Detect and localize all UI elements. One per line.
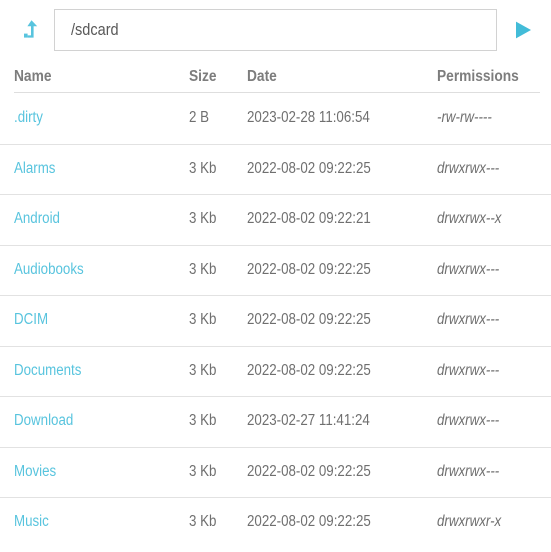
column-header-name[interactable]: Name xyxy=(14,68,189,86)
file-permissions: drwxrwx--- xyxy=(437,159,500,177)
column-header-date-label: Date xyxy=(247,68,277,85)
path-input[interactable]: /sdcard xyxy=(54,9,497,51)
file-date: 2023-02-27 11:41:24 xyxy=(247,412,370,430)
file-name[interactable]: Download xyxy=(14,412,189,430)
file-name[interactable]: .dirty xyxy=(14,109,189,127)
file-name[interactable]: Alarms xyxy=(14,160,189,178)
file-permissions: drwxrwxr-x xyxy=(437,513,502,531)
table-row[interactable]: Movies 3 Kb 2022-08-02 09:22:25 drwxrwx-… xyxy=(0,446,551,498)
file-size: 3 Kb xyxy=(189,462,217,480)
path-input-value: /sdcard xyxy=(71,20,119,39)
file-permissions: drwxrwx--- xyxy=(437,311,500,329)
column-header-size[interactable]: Size xyxy=(189,68,247,86)
file-name[interactable]: Android xyxy=(14,210,189,228)
column-header-permissions[interactable]: Permissions xyxy=(437,68,540,86)
file-permissions: drwxrwx--- xyxy=(437,361,500,379)
file-date: 2022-08-02 09:22:25 xyxy=(247,311,371,329)
table-header-row: Name Size Date Permissions xyxy=(0,60,551,88)
file-size: 3 Kb xyxy=(189,210,217,228)
table-row[interactable]: Music 3 Kb 2022-08-02 09:22:25 drwxrwxr-… xyxy=(0,497,551,548)
table-row[interactable]: Audiobooks 3 Kb 2022-08-02 09:22:25 drwx… xyxy=(0,244,551,296)
file-date: 2022-08-02 09:22:25 xyxy=(247,159,371,177)
file-size: 3 Kb xyxy=(189,159,217,177)
table-row[interactable]: Download 3 Kb 2023-02-27 11:41:24 drwxrw… xyxy=(0,396,551,447)
file-name[interactable]: Documents xyxy=(14,362,189,380)
file-name[interactable]: Audiobooks xyxy=(14,261,189,279)
column-header-permissions-label: Permissions xyxy=(437,68,519,85)
file-size: 3 Kb xyxy=(189,513,217,531)
table-row[interactable]: DCIM 3 Kb 2022-08-02 09:22:25 drwxrwx--- xyxy=(0,295,551,346)
navigate-up-button[interactable] xyxy=(14,10,48,50)
table-row[interactable]: Android 3 Kb 2022-08-02 09:22:21 drwxrwx… xyxy=(0,194,551,245)
file-size: 3 Kb xyxy=(189,361,217,379)
column-header-date[interactable]: Date xyxy=(247,68,437,86)
arrow-up-icon xyxy=(21,18,41,42)
file-date: 2023-02-28 11:06:54 xyxy=(247,109,370,127)
table-row[interactable]: Alarms 3 Kb 2022-08-02 09:22:25 drwxrwx-… xyxy=(0,143,551,195)
table-row[interactable]: .dirty 2 B 2023-02-28 11:06:54 -rw-rw---… xyxy=(0,93,551,144)
file-size: 3 Kb xyxy=(189,260,217,278)
file-browser-window: /sdcard Name Size Date Permissions .dirt… xyxy=(0,0,551,552)
file-size: 2 B xyxy=(189,109,210,127)
file-name[interactable]: Music xyxy=(14,513,189,531)
file-date: 2022-08-02 09:22:21 xyxy=(247,210,371,228)
column-header-name-label: Name xyxy=(14,68,52,85)
file-date: 2022-08-02 09:22:25 xyxy=(247,361,371,379)
file-date: 2022-08-02 09:22:25 xyxy=(247,260,371,278)
file-permissions: drwxrwx--- xyxy=(437,462,500,480)
go-button[interactable] xyxy=(503,9,543,51)
file-date: 2022-08-02 09:22:25 xyxy=(247,462,371,480)
file-permissions: drwxrwx--- xyxy=(437,412,500,430)
file-size: 3 Kb xyxy=(189,311,217,329)
file-permissions: drwxrwx--- xyxy=(437,260,500,278)
file-date: 2022-08-02 09:22:25 xyxy=(247,513,371,531)
column-header-size-label: Size xyxy=(189,68,217,85)
file-name[interactable]: DCIM xyxy=(14,311,189,329)
file-list-table: Name Size Date Permissions .dirty 2 B 20… xyxy=(0,60,551,548)
file-size: 3 Kb xyxy=(189,412,217,430)
play-triangle-icon xyxy=(512,18,534,42)
file-permissions: drwxrwx--x xyxy=(437,210,502,228)
file-permissions: -rw-rw---- xyxy=(437,109,492,127)
file-name[interactable]: Movies xyxy=(14,463,189,481)
path-toolbar: /sdcard xyxy=(0,0,551,60)
table-row[interactable]: Documents 3 Kb 2022-08-02 09:22:25 drwxr… xyxy=(0,345,551,397)
